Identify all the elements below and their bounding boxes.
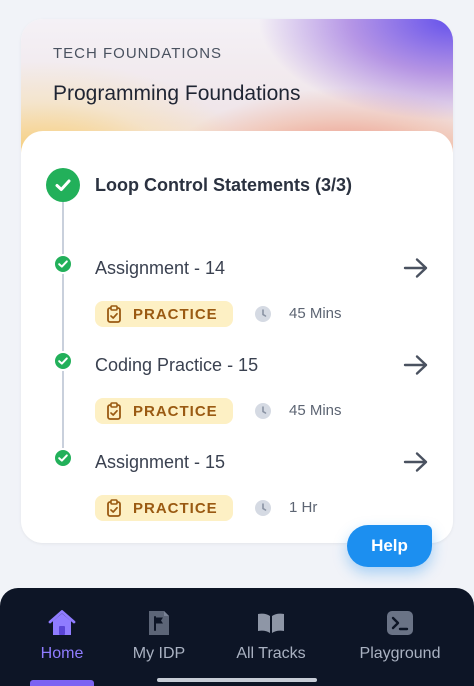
item-complete-check-icon [53,351,73,371]
item-duration: 45 Mins [289,402,342,419]
bottom-nav: Home My IDP All Tracks Playground [0,588,474,686]
item-complete-check-icon [53,448,73,468]
nav-item-home[interactable]: Home [22,588,102,686]
course-card: TECH FOUNDATIONS Programming Foundations… [21,19,453,543]
item-duration: 1 Hr [289,499,318,516]
help-button[interactable]: Help [347,525,432,567]
arrow-right-icon[interactable] [403,257,429,279]
clock-icon [255,500,271,516]
item-duration: 45 Mins [289,305,342,322]
badge-label: PRACTICE [133,402,218,420]
badge-label: PRACTICE [133,499,218,517]
terminal-icon [387,611,413,635]
nav-item-all-tracks[interactable]: All Tracks [226,588,316,686]
active-tab-indicator [30,680,94,686]
nav-label-my-idp: My IDP [132,645,186,662]
course-title: Programming Foundations [53,82,301,105]
item-title: Assignment - 14 [95,258,226,278]
list-item[interactable]: Coding Practice - 15 PRACTICE 45 Mins [21,343,453,433]
course-category: TECH FOUNDATIONS [53,45,223,62]
open-book-icon [258,613,284,633]
clock-icon [255,403,271,419]
arrow-right-icon[interactable] [403,354,429,376]
home-icon [48,610,76,635]
nav-item-my-idp[interactable]: My IDP [119,588,199,686]
arrow-right-icon[interactable] [403,451,429,473]
section-title[interactable]: Loop Control Statements (3/3) [95,175,352,196]
flag-document-icon [149,611,169,635]
item-title: Coding Practice - 15 [95,355,259,375]
nav-label-home: Home [40,645,84,662]
section-complete-check-icon [46,168,80,202]
clock-icon [255,306,271,322]
clipboard-check-icon [107,305,121,323]
list-item[interactable]: Assignment - 15 PRACTICE 1 Hr [21,440,453,530]
nav-item-playground[interactable]: Playground [350,588,450,686]
nav-label-playground: Playground [359,645,441,662]
practice-badge: PRACTICE [95,301,233,327]
clipboard-check-icon [107,499,121,517]
nav-label-all-tracks: All Tracks [236,645,306,662]
home-indicator-bar [157,678,317,682]
badge-label: PRACTICE [133,305,218,323]
clipboard-check-icon [107,402,121,420]
item-complete-check-icon [53,254,73,274]
list-item[interactable]: Assignment - 14 PRACTICE 45 Mins [21,246,453,336]
course-content: Loop Control Statements (3/3) Assignment… [21,131,453,543]
practice-badge: PRACTICE [95,398,233,424]
item-title: Assignment - 15 [95,452,226,472]
practice-badge: PRACTICE [95,495,233,521]
